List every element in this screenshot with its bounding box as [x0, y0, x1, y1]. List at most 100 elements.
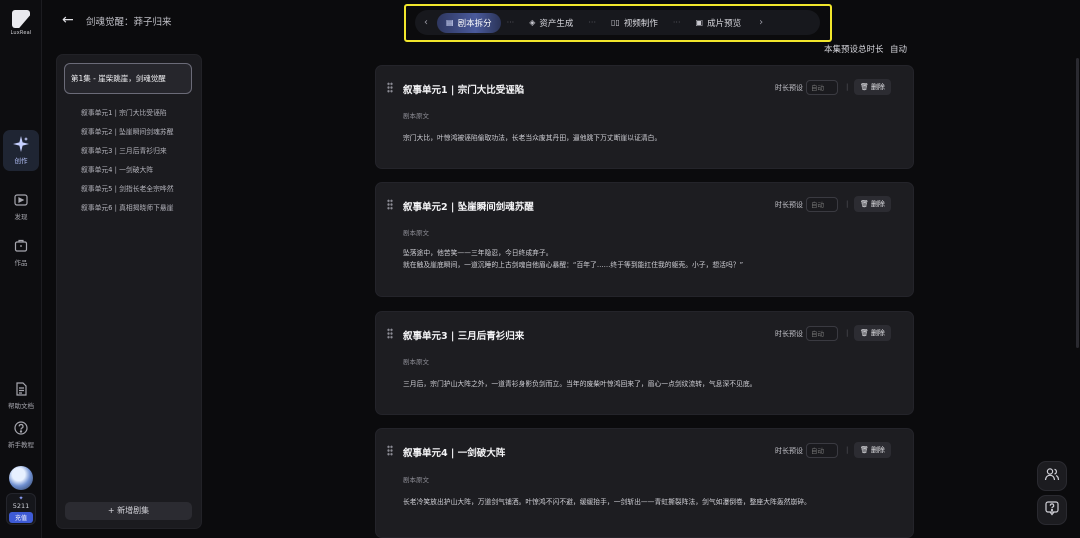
episode-unit-item[interactable]: 叙事单元4 | 一剑破大阵 — [81, 161, 199, 180]
help-chat-icon — [1044, 500, 1060, 520]
drag-handle-icon[interactable] — [387, 199, 393, 210]
page-title: 剑魂觉醒：莽子归来 — [86, 17, 172, 28]
rail-item-works[interactable]: 作品 — [3, 238, 39, 267]
logo-text: LuxReal — [10, 30, 32, 36]
step-label: 资产生成 — [539, 18, 574, 29]
app-logo[interactable]: LuxReal — [8, 10, 34, 36]
step-divider: ··· — [506, 18, 515, 27]
duration-input[interactable] — [806, 197, 838, 212]
rail-item-label: 作品 — [14, 259, 28, 267]
chevron-left-icon[interactable]: ‹ — [415, 17, 437, 28]
script-icon: ▤ — [446, 18, 454, 27]
step-divider: ··· — [588, 18, 597, 27]
step-nav-highlight: ‹ ▤ 剧本拆分 ··· ◈ 资产生成 ··· ▯▯ 视频制作 ··· ▣ 成片… — [404, 4, 832, 42]
help-button[interactable] — [1037, 495, 1067, 525]
step-label: 剧本拆分 — [457, 18, 492, 29]
step-asset-generation[interactable]: ◈ 资产生成 — [520, 13, 582, 33]
step-video-production[interactable]: ▯▯ 视频制作 — [602, 13, 667, 33]
divider: | — [846, 200, 849, 208]
community-button[interactable] — [1037, 461, 1067, 491]
drag-handle-icon[interactable] — [387, 445, 393, 456]
source-label: 剧本原文 — [403, 476, 429, 484]
logo-mark-icon — [12, 10, 30, 28]
total-duration-label: 本集预设总时长 — [824, 45, 884, 55]
rail-item-tutorial[interactable]: 新手教程 — [3, 420, 39, 449]
episode-unit-item[interactable]: 叙事单元5 | 剑指长老全宗哗然 — [81, 180, 199, 199]
step-script-split[interactable]: ▤ 剧本拆分 — [437, 12, 501, 33]
duration-preset-label: 时长预设 — [775, 330, 803, 338]
delete-label: 删除 — [870, 83, 885, 91]
delete-button[interactable]: 🗑 删除 — [854, 325, 891, 341]
unit-card: 叙事单元2 | 坠崖瞬间剑魂苏醒 时长预设 | 🗑 删除 剧本原文 坠落途中，他… — [375, 182, 914, 297]
trash-icon: 🗑 — [860, 83, 869, 91]
document-icon — [13, 381, 29, 397]
unit-body-text: 宗门大比，叶惊鸿被诬陷偷取功法，长老当众废其丹田，逼他跳下万丈断崖以证清白。 — [403, 134, 662, 142]
delete-label: 删除 — [870, 329, 885, 337]
total-duration-value[interactable]: 自动 — [890, 43, 907, 55]
trash-icon: 🗑 — [860, 200, 869, 208]
unit-title: 叙事单元2 | 坠崖瞬间剑魂苏醒 — [403, 202, 534, 213]
rail-item-label: 新手教程 — [8, 441, 34, 449]
current-episode[interactable]: 第1集 - 崖柴跳崖，剑魂觉醒 — [64, 63, 192, 94]
scrollbar[interactable] — [1076, 58, 1079, 348]
rail-item-label: 帮助文档 — [8, 402, 34, 410]
question-icon — [13, 420, 29, 436]
unit-body-text: 长老冷笑放出护山大阵，万道剑气铺洒。叶惊鸿不闪不避，缓缓抬手，一剑斩出——青虹撕… — [403, 498, 811, 506]
episode-unit-item[interactable]: 叙事单元2 | 坠崖瞬间剑魂苏醒 — [81, 123, 199, 142]
rail-item-label: 创作 — [14, 157, 28, 165]
drag-handle-icon[interactable] — [387, 82, 393, 93]
episode-unit-item[interactable]: 叙事单元6 | 真相揭晓师下悬崖 — [81, 199, 199, 218]
chevron-right-icon[interactable]: › — [750, 17, 772, 28]
duration-preset-label: 时长预设 — [775, 84, 803, 92]
source-label: 剧本原文 — [403, 358, 429, 366]
delete-button[interactable]: 🗑 删除 — [854, 442, 891, 458]
unit-card: 叙事单元3 | 三月后青衫归来 时长预设 | 🗑 删除 剧本原文 三月后，宗门护… — [375, 311, 914, 415]
unit-body-text: 三月后，宗门护山大阵之外，一道青衫身影负剑而立。当年的废柴叶惊鸿回来了，眉心一点… — [403, 380, 757, 388]
credit-sparkle-icon: ✦ — [18, 495, 24, 502]
unit-body-text: 坠落途中，他苦笑——三年隐忍，今日终成弃子。 就在触及崖底瞬间，一道沉睡的上古剑… — [403, 249, 744, 269]
unit-title: 叙事单元3 | 三月后青衫归来 — [403, 331, 525, 342]
rail-item-create[interactable]: 创作 — [3, 130, 39, 171]
duration-input[interactable] — [806, 326, 838, 341]
rail-item-discover[interactable]: 发现 — [3, 192, 39, 221]
step-label: 成片预览 — [707, 18, 742, 29]
delete-button[interactable]: 🗑 删除 — [854, 79, 891, 95]
credit-amount: 5211 — [12, 502, 30, 510]
episode-unit-item[interactable]: 叙事单元3 | 三月后青衫归来 — [81, 142, 199, 161]
step-final-preview[interactable]: ▣ 成片预览 — [687, 13, 751, 33]
duration-input[interactable] — [806, 80, 838, 95]
unit-title: 叙事单元4 | 一剑破大阵 — [403, 448, 506, 459]
source-label: 剧本原文 — [403, 112, 429, 120]
drag-handle-icon[interactable] — [387, 328, 393, 339]
rail-item-help-docs[interactable]: 帮助文档 — [3, 381, 39, 410]
divider: | — [846, 446, 849, 454]
duration-input[interactable] — [806, 443, 838, 458]
recharge-button[interactable]: 充值 — [9, 512, 33, 523]
source-label: 剧本原文 — [403, 229, 429, 237]
delete-label: 删除 — [870, 446, 885, 454]
preview-icon: ▣ — [695, 18, 704, 27]
works-icon — [13, 238, 29, 254]
credit-badge: ✦ 5211 充值 — [6, 493, 36, 525]
unit-title: 叙事单元1 | 宗门大比受诬陷 — [403, 85, 525, 96]
step-nav: ‹ ▤ 剧本拆分 ··· ◈ 资产生成 ··· ▯▯ 视频制作 ··· ▣ 成片… — [415, 10, 820, 35]
duration-preset-label: 时长预设 — [775, 201, 803, 209]
avatar[interactable] — [9, 466, 33, 490]
users-icon — [1044, 466, 1060, 486]
back-arrow-icon[interactable]: ← — [62, 12, 74, 28]
divider: | — [846, 83, 849, 91]
cube-icon: ◈ — [529, 18, 536, 27]
episode-unit-item[interactable]: 叙事单元1 | 宗门大比受诬陷 — [81, 104, 199, 123]
sparkle-icon — [13, 136, 29, 152]
duration-preset-label: 时长预设 — [775, 447, 803, 455]
step-divider: ··· — [672, 18, 681, 27]
icon-rail: LuxReal 创作 发现 作品 帮助文档 新手教程 ✦ 5211 充值 — [0, 0, 42, 538]
rail-item-label: 发现 — [14, 213, 28, 221]
trash-icon: 🗑 — [860, 446, 869, 454]
add-episode-button[interactable]: + 新增剧集 — [65, 502, 192, 520]
step-label: 视频制作 — [623, 18, 658, 29]
delete-button[interactable]: 🗑 删除 — [854, 196, 891, 212]
episode-panel: 第1集 - 崖柴跳崖，剑魂觉醒 叙事单元1 | 宗门大比受诬陷 叙事单元2 | … — [56, 54, 202, 529]
unit-card: 叙事单元1 | 宗门大比受诬陷 时长预设 | 🗑 删除 剧本原文 宗门大比，叶惊… — [375, 65, 914, 169]
video-icon: ▯▯ — [611, 18, 620, 27]
